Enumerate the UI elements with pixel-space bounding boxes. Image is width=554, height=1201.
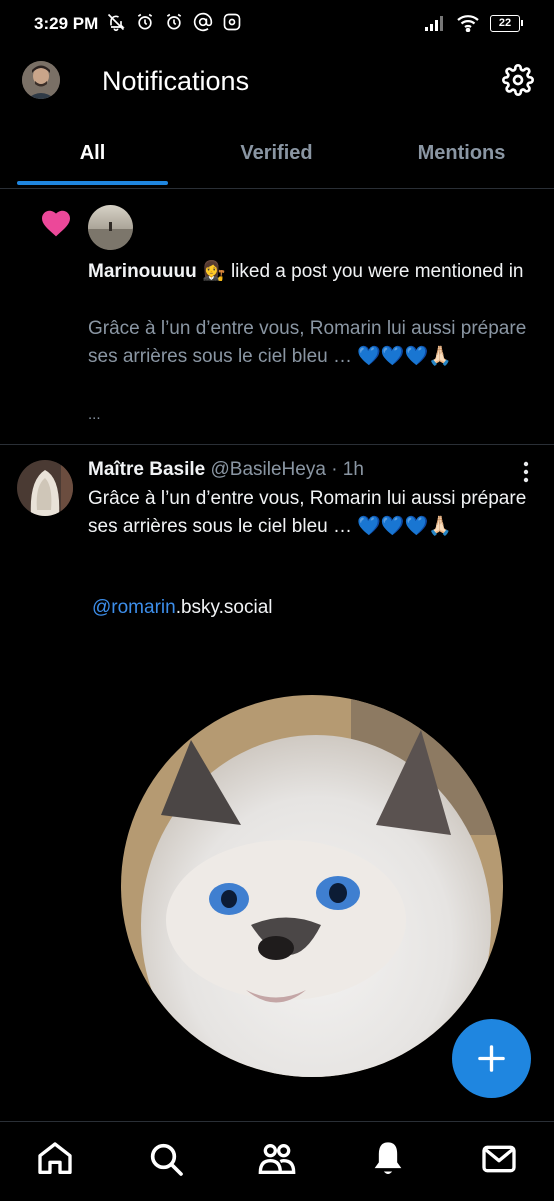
- search-icon: [150, 1143, 183, 1176]
- notification-user[interactable]: Marinouuuu: [88, 261, 197, 282]
- post-time: · 1h: [331, 459, 364, 480]
- battery-indicator: 22: [490, 14, 523, 32]
- post-handle[interactable]: @BasileHeya: [211, 459, 326, 480]
- post-header: Maître Basile @BasileHeya · 1h: [88, 457, 364, 483]
- gear-icon[interactable]: [502, 64, 534, 96]
- signal-icon: [425, 16, 443, 31]
- nav-home[interactable]: [35, 1139, 75, 1179]
- notification-quote: Grâce à l’un d’entre vous, Romarin lui a…: [88, 318, 527, 367]
- compose-button[interactable]: [452, 1019, 531, 1098]
- notification-action: liked a post you were mentioned in: [230, 261, 524, 282]
- nav-notifications[interactable]: [368, 1139, 408, 1179]
- post-text: Grâce à l’un d’entre vous, Romarin lui a…: [88, 488, 527, 537]
- app-header: Notifications: [0, 50, 554, 116]
- tab-mentions[interactable]: Mentions: [386, 142, 537, 165]
- mention-link[interactable]: @romarin: [92, 597, 176, 618]
- avatar[interactable]: [88, 205, 133, 250]
- plus-icon: [478, 1045, 505, 1072]
- status-icons: [106, 12, 242, 32]
- avatar[interactable]: [22, 61, 60, 99]
- page-title: Notifications: [102, 66, 250, 96]
- nav-search[interactable]: [146, 1139, 186, 1179]
- at-icon: [193, 12, 213, 32]
- post-image[interactable]: [121, 695, 503, 1077]
- heart-icon: [42, 210, 70, 237]
- bell-icon: [374, 1142, 402, 1174]
- tab-bar: All Verified Mentions: [0, 128, 554, 189]
- muted-bell-icon: [107, 13, 125, 32]
- mail-icon: [482, 1145, 516, 1173]
- post-item[interactable]: Maître Basile @BasileHeya · 1h Grâce à l…: [0, 445, 554, 1105]
- status-bar: 3:29 PM 22: [0, 0, 554, 50]
- notification-more: ...: [88, 406, 101, 423]
- status-right: 22: [424, 14, 523, 32]
- post-mention: @romarin.bsky.social: [92, 597, 273, 619]
- notification-text: Marinouuuu 👩‍⚖️ liked a post you were me…: [88, 258, 528, 286]
- avatar[interactable]: [17, 460, 73, 516]
- notification-item[interactable]: Marinouuuu 👩‍⚖️ liked a post you were me…: [0, 190, 554, 445]
- post-author[interactable]: Maître Basile: [88, 459, 205, 480]
- tab-all[interactable]: All: [17, 142, 168, 165]
- status-time: 3:29 PM: [34, 14, 99, 33]
- alarm-icon: [166, 13, 182, 30]
- home-icon: [38, 1142, 72, 1174]
- more-options-icon[interactable]: [516, 461, 536, 483]
- mention-suffix: .bsky.social: [175, 597, 273, 618]
- nav-feeds[interactable]: [257, 1139, 297, 1179]
- bottom-nav: [0, 1121, 554, 1201]
- nav-messages[interactable]: [479, 1139, 519, 1179]
- notification-emoji: 👩‍⚖️: [201, 261, 226, 282]
- people-icon: [258, 1144, 296, 1174]
- wifi-icon: [457, 15, 479, 32]
- alarm-icon: [137, 13, 153, 30]
- tab-verified[interactable]: Verified: [201, 142, 352, 165]
- app-icon: [223, 13, 241, 31]
- tab-indicator: [17, 181, 168, 185]
